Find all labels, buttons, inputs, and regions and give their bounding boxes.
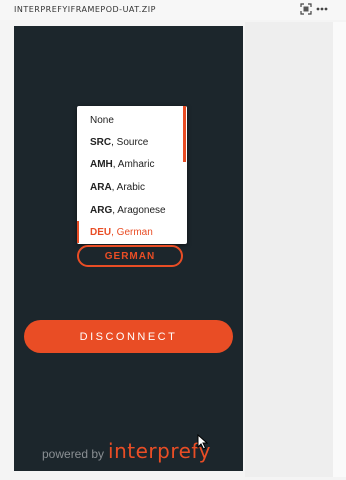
option-code: SRC <box>90 136 112 148</box>
file-name: INTERPREFYIFRAMEPOD-UAT.ZIP <box>14 5 156 14</box>
interprefy-logo: interprefy <box>108 439 211 463</box>
option-code: DEU <box>90 226 112 238</box>
language-option-ara[interactable]: ARA, Arabic <box>77 176 183 198</box>
option-label: , Arabic <box>111 181 146 193</box>
interprefy-app: None SRC, Source AMH, Amharic ARA, Arabi… <box>14 26 243 471</box>
option-label: , Aragonese <box>112 204 166 216</box>
option-code: AMH <box>90 158 113 170</box>
option-label: None <box>90 114 114 126</box>
option-label: , Amharic <box>112 158 155 170</box>
option-code: ARA <box>90 181 112 193</box>
disconnect-button[interactable]: DISCONNECT <box>24 320 233 353</box>
viewer-side-panel <box>245 22 333 477</box>
viewer-toolbar: INTERPREFYIFRAMEPOD-UAT.ZIP <box>0 0 346 20</box>
expand-icon[interactable] <box>298 2 314 16</box>
viewer-scroll-gutter[interactable] <box>333 22 346 477</box>
language-option-none[interactable]: None <box>77 109 183 131</box>
mouse-pointer-icon <box>197 434 209 450</box>
language-option-amh[interactable]: AMH, Amharic <box>77 153 183 175</box>
language-option-arg[interactable]: ARG, Aragonese <box>77 199 183 221</box>
option-label: , Source <box>111 136 149 148</box>
powered-by-text: powered by <box>42 447 105 461</box>
language-option-deu[interactable]: DEU, German <box>77 221 183 243</box>
option-code: ARG <box>90 204 113 216</box>
option-label: , German <box>111 226 153 238</box>
language-option-src[interactable]: SRC, Source <box>77 131 183 153</box>
powered-by-logo: powered by interprefy <box>42 439 211 463</box>
expand-icon-glyph <box>300 3 312 15</box>
more-icon-glyph <box>316 7 328 11</box>
dropdown-scrollbar[interactable] <box>183 106 186 162</box>
selected-language-button[interactable]: GERMAN <box>77 245 183 267</box>
more-icon[interactable] <box>314 2 330 16</box>
language-dropdown-list[interactable]: None SRC, Source AMH, Amharic ARA, Arabi… <box>77 106 187 244</box>
